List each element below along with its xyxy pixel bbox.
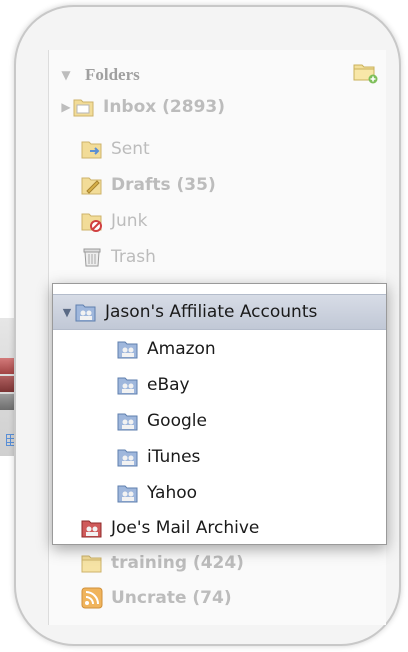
new-folder-icon[interactable] [352,60,378,84]
account-label: Google [147,411,207,431]
account-label: Amazon [147,339,216,359]
folders-header[interactable]: ▼ Folders [59,58,379,92]
folder-item-junk[interactable]: Junk [81,204,147,238]
account-item-amazon[interactable]: Amazon [117,331,216,367]
trash-icon [83,248,101,267]
folder-item-sent[interactable]: Sent [81,132,150,166]
folder-label: Sent [111,139,150,159]
inbox-folder-icon [73,99,94,117]
rss-feed-icon [81,587,103,609]
folder-item-drafts[interactable]: Drafts (35) [81,168,216,202]
accounts-popup: ▼ Jason's Affiliate Accounts Amazon eBay [52,283,387,545]
folder-item-uncrate[interactable]: Uncrate (74) [81,581,232,615]
account-item-ebay[interactable]: eBay [117,367,190,403]
folder-label: Drafts (35) [111,175,216,195]
account-item-itunes[interactable]: iTunes [117,439,200,475]
account-item-joes-mail-archive[interactable]: Joe's Mail Archive [81,510,259,546]
folder-item-training[interactable]: training (424) [81,546,244,580]
account-folder-icon [117,377,138,395]
account-folder-icon [117,485,138,503]
account-item-yahoo[interactable]: Yahoo [117,475,197,511]
junk-folder-icon [81,213,102,232]
folder-label: Trash [111,247,156,267]
folder-label: Uncrate (74) [111,588,232,608]
account-group-label: Jason's Affiliate Accounts [105,302,318,322]
account-label: eBay [147,375,190,395]
account-folder-icon [117,413,138,431]
archive-account-icon [81,520,102,538]
collapse-triangle-icon[interactable]: ▼ [59,306,75,319]
folder-label: training (424) [111,553,244,573]
collapse-triangle-icon[interactable]: ▼ [59,68,73,82]
account-label: iTunes [147,447,201,467]
folder-item-trash[interactable]: Trash [81,240,156,274]
account-item-google[interactable]: Google [117,403,207,439]
account-folder-icon [117,341,138,359]
folder-icon [81,555,102,573]
drafts-folder-icon [81,177,102,195]
folders-header-label: Folders [85,65,140,84]
folder-label: Inbox (2893) [103,97,226,117]
account-folder-icon [117,449,138,467]
folder-label: Junk [111,211,148,231]
account-label: Yahoo [147,483,198,503]
sent-folder-icon [81,141,102,159]
folder-item-inbox[interactable]: ▶ Inbox (2893) [59,90,225,124]
account-group-jasons-affiliate[interactable]: ▼ Jason's Affiliate Accounts [59,294,318,330]
account-label: Joe's Mail Archive [111,518,260,538]
expand-triangle-icon[interactable]: ▶ [59,100,73,114]
account-group-icon [75,304,96,322]
